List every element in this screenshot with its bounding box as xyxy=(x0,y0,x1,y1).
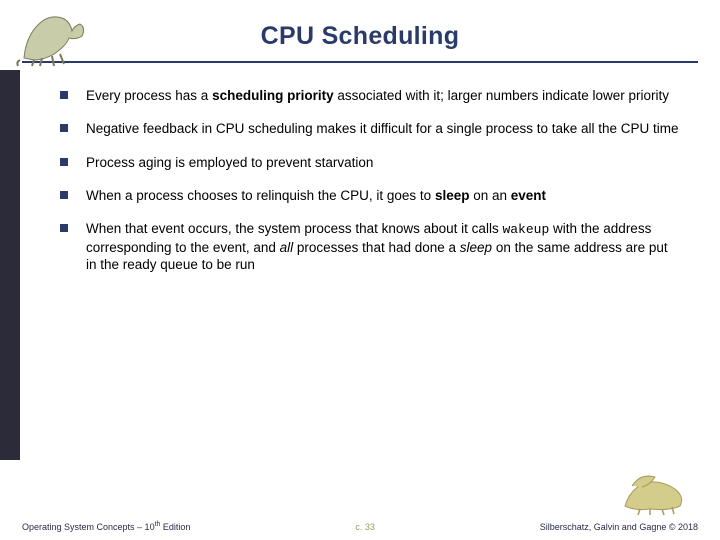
bold-fragment: sleep xyxy=(435,188,470,203)
code-fragment: wakeup xyxy=(502,222,549,237)
dinosaur-icon xyxy=(620,471,690,516)
footer-right: Silberschatz, Galvin and Gagne © 2018 xyxy=(540,522,698,532)
text-fragment: Operating System Concepts – 10 xyxy=(22,522,155,532)
text-fragment: Edition xyxy=(160,522,190,532)
bullet-marker-icon xyxy=(60,124,68,132)
text-fragment: Every process has a xyxy=(86,88,212,103)
text-fragment: associated with it; larger numbers indic… xyxy=(334,88,669,103)
text-fragment: on an xyxy=(469,188,510,203)
text-fragment: When that event occurs, the system proce… xyxy=(86,221,502,236)
dinosaur-icon xyxy=(14,6,94,68)
bullet-text: When a process chooses to relinquish the… xyxy=(86,187,680,204)
bullet-item: Negative feedback in CPU scheduling make… xyxy=(60,120,680,137)
header-divider xyxy=(22,61,698,63)
bullet-item: When that event occurs, the system proce… xyxy=(60,220,680,273)
bullet-marker-icon xyxy=(60,158,68,166)
bullet-text: Every process has a scheduling priority … xyxy=(86,87,680,104)
bullet-text: When that event occurs, the system proce… xyxy=(86,220,680,273)
bullet-item: Every process has a scheduling priority … xyxy=(60,87,680,104)
slide-body: Every process has a scheduling priority … xyxy=(0,63,720,273)
slide-footer: Operating System Concepts – 10th Edition… xyxy=(0,521,720,532)
footer-center: c. 33 xyxy=(190,522,539,532)
bullet-item: When a process chooses to relinquish the… xyxy=(60,187,680,204)
slide-header: CPU Scheduling xyxy=(0,0,720,63)
bullet-marker-icon xyxy=(60,224,68,232)
italic-fragment: sleep xyxy=(460,240,492,255)
bullet-text: Negative feedback in CPU scheduling make… xyxy=(86,120,680,137)
left-accent-stripe xyxy=(0,70,20,460)
bullet-marker-icon xyxy=(60,91,68,99)
slide-title: CPU Scheduling xyxy=(0,22,720,51)
footer-left: Operating System Concepts – 10th Edition xyxy=(22,521,190,532)
bold-fragment: scheduling priority xyxy=(212,88,334,103)
bullet-item: Process aging is employed to prevent sta… xyxy=(60,154,680,171)
text-fragment: When a process chooses to relinquish the… xyxy=(86,188,435,203)
bullet-text: Process aging is employed to prevent sta… xyxy=(86,154,680,171)
bullet-marker-icon xyxy=(60,191,68,199)
italic-fragment: all xyxy=(280,240,294,255)
bold-fragment: event xyxy=(511,188,546,203)
text-fragment: processes that had done a xyxy=(293,240,460,255)
